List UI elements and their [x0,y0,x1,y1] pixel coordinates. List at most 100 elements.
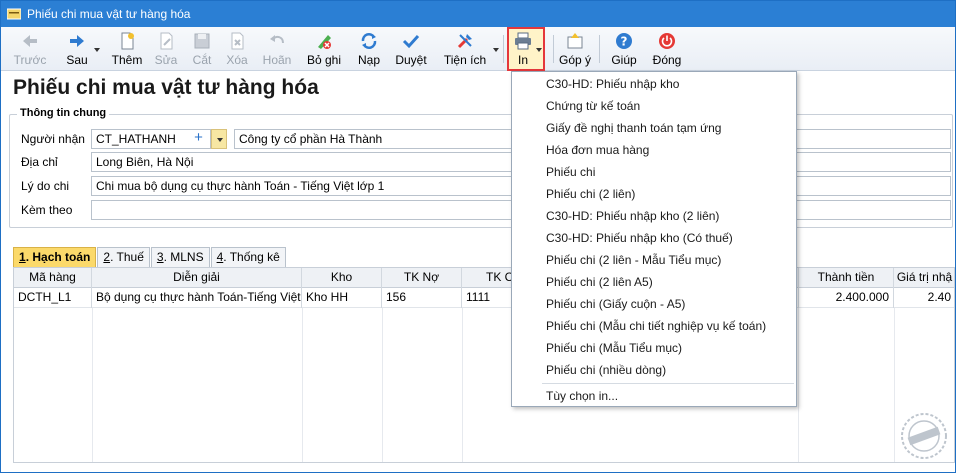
recipient-label: Người nhận [21,132,85,146]
print-menu-item[interactable]: Chứng từ kế toán [513,95,795,117]
arrow-right-icon [70,35,84,47]
recipient-dropdown-button[interactable] [211,129,227,149]
edit-button[interactable]: Sửa [151,29,181,69]
printer-icon [515,32,531,50]
add-button[interactable]: Thêm [109,29,145,69]
cut-button[interactable]: Cắt [187,29,217,69]
grid-divider [798,308,799,462]
cell-warehouse[interactable]: Kho HH [302,288,382,308]
column-header[interactable]: Giá trị nhậ [894,268,954,288]
cut-label: Cắt [192,53,212,67]
cell-code[interactable]: DCTH_L1 [14,288,92,308]
print-menu-item[interactable]: Phiếu chi (2 liên A5) [513,271,795,293]
approve-button[interactable]: Duyệt [393,29,429,69]
new-document-icon [121,32,134,50]
print-menu-item[interactable]: Phiếu chi (nhiều dòng) [513,359,795,381]
print-menu-item[interactable]: Phiếu chi (Mẫu chi tiết nghiệp vụ kế toá… [513,315,795,337]
grid-divider [894,308,895,462]
save-icon [194,33,210,49]
unpost-button[interactable]: Bỏ ghi [303,29,345,69]
watermark-seal-icon [901,413,947,459]
tools-icon [457,34,472,49]
cell-amount[interactable]: 2.400.000 [798,288,894,308]
print-menu-item[interactable]: C30-HD: Phiếu nhập kho (2 liên) [513,205,795,227]
print-menu-item[interactable]: C30-HD: Phiếu nhập kho (Có thuế) [513,227,795,249]
next-button[interactable]: Sau [59,29,95,69]
group-title: Thông tin chung [17,107,110,119]
tab-label: . Thuế [110,250,144,264]
tab-statistics[interactable]: 4. Thống kê [210,247,286,267]
close-label: Đóng [652,53,682,67]
help-label: Giúp [611,53,637,67]
print-button[interactable]: In [509,29,537,69]
tab-label: . Thống kê [223,250,280,264]
prev-button[interactable]: Trước [7,29,53,69]
print-menu-item[interactable]: Giấy đề nghị thanh toán tạm ứng [513,117,795,139]
cell-description[interactable]: Bộ dụng cụ thực hành Toán-Tiếng Việt... [92,288,302,308]
tab-tax[interactable]: 2. Thuế [97,247,150,267]
title-bar: Phiếu chi mua vật tư hàng hóa [1,1,955,27]
print-menu-item[interactable]: Phiếu chi (Giấy cuộn - A5) [513,293,795,315]
print-menu-item[interactable]: Phiếu chi [513,161,795,183]
power-icon [659,33,675,49]
chevron-down-icon [217,138,223,142]
reason-label: Lý do chi [21,179,70,193]
edit-icon [160,32,173,50]
undo-icon [270,35,284,44]
utilities-dropdown-icon[interactable] [492,47,500,53]
form-title: Phiếu chi mua vật tư hàng hóa [13,76,319,99]
column-header[interactable]: Thành tiền [798,268,894,288]
feedback-icon [567,33,583,49]
print-menu-item[interactable]: Phiếu chi (Mẫu Tiểu mục) [513,337,795,359]
feedback-label: Góp ý [558,53,591,67]
undo-label: Hoãn [262,53,292,67]
reload-label: Nạp [357,53,380,67]
attach-label: Kèm theo [21,203,73,217]
feedback-button[interactable]: Góp ý [557,29,593,69]
grid-divider [92,308,93,462]
add-recipient-icon[interactable]: + [191,130,206,148]
next-dropdown-icon[interactable] [93,47,101,53]
utilities-button[interactable]: Tiện ích [441,29,489,69]
print-menu: C30-HD: Phiếu nhập kho Chứng từ kế toán … [511,71,797,407]
print-label: In [517,53,528,67]
column-header[interactable]: Kho [302,268,382,288]
delete-button[interactable]: Xóa [221,29,253,69]
refresh-icon [361,33,377,49]
address-label: Địa chỉ [21,155,58,169]
detail-tabs: 1. Hạch toán 2. Thuế 3. MLNS 4. Thống kê [13,247,287,267]
grid-divider [302,308,303,462]
help-button[interactable]: ? Giúp [607,29,641,69]
table-row[interactable]: DCTH_L1 Bộ dụng cụ thực hành Toán-Tiếng … [14,288,954,308]
accounting-grid: Mã hàng Diễn giải Kho TK Nợ TK C Thành t… [13,267,955,463]
utilities-label: Tiện ích [443,53,487,67]
cell-credit-account[interactable]: 1111 [462,288,512,308]
tab-budget[interactable]: 3. MLNS [150,247,210,267]
close-button[interactable]: Đóng [647,29,687,69]
cell-debit-account[interactable]: 156 [382,288,462,308]
grid-header: Mã hàng Diễn giải Kho TK Nợ TK C Thành t… [14,268,954,288]
print-menu-item[interactable]: C30-HD: Phiếu nhập kho [513,73,795,95]
print-dropdown-icon[interactable] [535,47,543,53]
print-menu-item[interactable]: Hóa đơn mua hàng [513,139,795,161]
reload-button[interactable]: Nạp [351,29,387,69]
grid-divider [462,308,463,462]
column-header[interactable]: Mã hàng [14,268,92,288]
add-label: Thêm [111,53,143,67]
approve-label: Duyệt [395,53,427,67]
edit-label: Sửa [154,53,178,67]
column-header[interactable]: Diễn giải [92,268,302,288]
cell-value[interactable]: 2.40 [894,288,954,308]
tab-accounting[interactable]: 1. Hạch toán [13,247,97,267]
window-title: Phiếu chi mua vật tư hàng hóa [27,7,191,21]
app-window: Phiếu chi mua vật tư hàng hóa Trước Sau … [0,0,956,473]
undo-button[interactable]: Hoãn [259,29,295,69]
column-header[interactable]: TK C [462,268,512,288]
menu-separator [542,383,794,384]
print-options-item[interactable]: Tùy chọn in... [513,385,795,407]
checkmark-icon [402,34,420,49]
arrow-left-icon [23,35,37,47]
print-menu-item[interactable]: Phiếu chi (2 liên - Mẫu Tiểu mục) [513,249,795,271]
print-menu-item[interactable]: Phiếu chi (2 liên) [513,183,795,205]
column-header[interactable]: TK Nợ [382,268,462,288]
